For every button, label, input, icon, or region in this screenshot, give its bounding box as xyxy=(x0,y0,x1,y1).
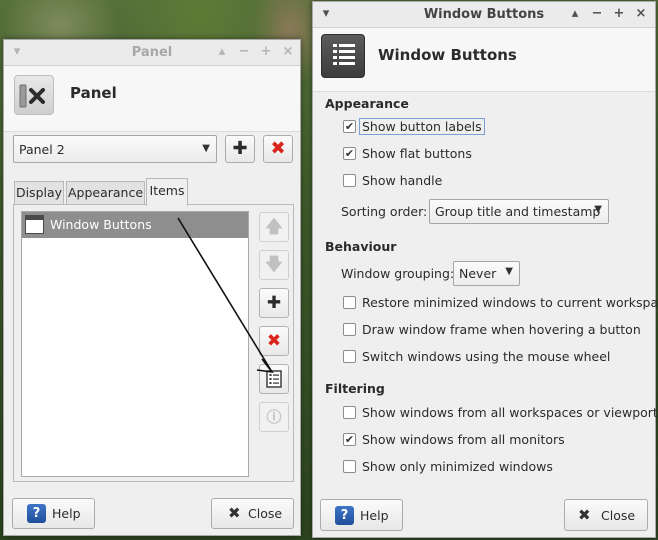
items-tab-panel: Window Buttons xyxy=(13,204,294,482)
all-monitors-label: Show windows from all monitors xyxy=(362,432,565,447)
plus-icon: ✚ xyxy=(266,293,282,313)
tab-items[interactable]: Items xyxy=(146,178,188,206)
show-flat-buttons-label: Show flat buttons xyxy=(362,146,472,161)
list-item[interactable]: Window Buttons xyxy=(22,212,248,238)
show-handle-label: Show handle xyxy=(362,173,443,188)
item-about-button[interactable]: ⓘ xyxy=(259,402,289,432)
tab-display[interactable]: Display xyxy=(14,181,64,204)
help-button-label: Help xyxy=(52,506,81,521)
checkbox-box[interactable] xyxy=(343,406,356,419)
panel-window: ▾ Panel ▴ − + × Panel Panel 2 ▼ ✚ ✖ Disp… xyxy=(3,39,301,536)
sorting-order-value: Group title and timestamp xyxy=(435,204,601,219)
switch-wheel-label: Switch windows using the mouse wheel xyxy=(362,349,611,364)
plus-icon: ✚ xyxy=(232,138,248,159)
properties-icon xyxy=(266,370,282,388)
panel-header: Panel xyxy=(4,66,300,132)
shade-icon[interactable]: ▴ xyxy=(213,43,231,61)
section-filtering: Filtering xyxy=(325,381,385,396)
page-title: Panel xyxy=(70,84,117,102)
checkbox-box[interactable] xyxy=(343,350,356,363)
help-icon: ? xyxy=(27,504,46,523)
close-button-label: Close xyxy=(601,508,636,523)
close-icon[interactable]: × xyxy=(632,5,650,23)
chevron-down-icon: ▼ xyxy=(594,204,602,215)
chevron-down-icon: ▼ xyxy=(202,143,210,154)
minimize-icon[interactable]: − xyxy=(588,5,606,23)
tab-display-label: Display xyxy=(15,185,63,200)
move-up-button[interactable]: 🡅 xyxy=(259,212,289,242)
sorting-order-select[interactable]: Group title and timestamp ▼ xyxy=(429,199,609,224)
window-buttons-app-icon xyxy=(321,34,365,78)
remove-icon: ✖ xyxy=(270,138,286,159)
window-buttons-window: ▾ Window Buttons ▴ − + × Window Buttons … xyxy=(312,1,658,538)
item-properties-button[interactable] xyxy=(259,364,289,394)
add-item-button[interactable]: ✚ xyxy=(259,288,289,318)
window-grouping-value: Never xyxy=(459,266,497,281)
checkbox-box[interactable]: ✔ xyxy=(343,120,356,133)
window-grouping-label: Window grouping: xyxy=(341,266,455,281)
panel-select[interactable]: Panel 2 ▼ xyxy=(13,135,217,163)
window-buttons-titlebar[interactable]: ▾ Window Buttons ▴ − + × xyxy=(313,2,655,28)
close-button[interactable]: ✖ Close xyxy=(211,498,294,529)
checkbox-box[interactable] xyxy=(343,460,356,473)
all-workspaces-label: Show windows from all workspaces or view… xyxy=(362,405,658,420)
window-grouping-select[interactable]: Never ▼ xyxy=(453,261,520,286)
window-title: Panel xyxy=(131,45,173,60)
close-x-icon: ✖ xyxy=(228,504,241,522)
sorting-order-label: Sorting order: xyxy=(341,204,428,219)
section-behaviour: Behaviour xyxy=(325,239,397,254)
tab-items-label: Items xyxy=(149,183,185,198)
tab-appearance[interactable]: Appearance xyxy=(66,181,145,204)
checkbox-box[interactable]: ✔ xyxy=(343,147,356,160)
tab-appearance-label: Appearance xyxy=(67,185,144,200)
help-icon: ? xyxy=(335,506,354,525)
close-button[interactable]: ✖ Close xyxy=(564,499,648,531)
shade-icon[interactable]: ▴ xyxy=(566,5,584,23)
show-button-labels-label: Show button labels xyxy=(359,118,485,135)
checkbox-box[interactable]: ✔ xyxy=(343,433,356,446)
checkbox-box[interactable] xyxy=(343,323,356,336)
chevron-down-icon: ▼ xyxy=(505,266,513,277)
maximize-icon[interactable]: + xyxy=(610,5,628,23)
move-down-button[interactable]: 🡇 xyxy=(259,250,289,280)
section-appearance: Appearance xyxy=(325,96,409,111)
window-buttons-icon xyxy=(25,215,44,234)
items-list[interactable]: Window Buttons xyxy=(21,211,249,477)
list-item-label: Window Buttons xyxy=(50,217,152,232)
maximize-icon[interactable]: + xyxy=(257,43,275,61)
close-icon[interactable]: × xyxy=(279,43,297,61)
arrow-down-icon: 🡇 xyxy=(265,255,283,275)
panel-select-value: Panel 2 xyxy=(19,142,65,157)
help-button[interactable]: ? Help xyxy=(320,499,403,531)
close-x-icon: ✖ xyxy=(578,506,591,524)
checkbox-box[interactable] xyxy=(343,296,356,309)
remove-panel-button[interactable]: ✖ xyxy=(263,135,293,163)
add-panel-button[interactable]: ✚ xyxy=(225,135,255,163)
page-title: Window Buttons xyxy=(378,46,517,64)
arrow-up-icon: 🡅 xyxy=(265,217,283,237)
info-icon: ⓘ xyxy=(266,408,282,426)
draw-frame-label: Draw window frame when hovering a button xyxy=(362,322,641,337)
wb-header: Window Buttons xyxy=(313,28,655,92)
remove-icon: ✖ xyxy=(266,331,282,351)
remove-item-button[interactable]: ✖ xyxy=(259,326,289,356)
restore-minimized-label: Restore minimized windows to current wor… xyxy=(362,295,658,310)
only-minimized-label: Show only minimized windows xyxy=(362,459,553,474)
panel-app-icon xyxy=(14,75,54,115)
help-button-label: Help xyxy=(360,508,389,523)
minimize-icon[interactable]: − xyxy=(235,43,253,61)
help-button[interactable]: ? Help xyxy=(12,498,95,529)
checkbox-box[interactable] xyxy=(343,174,356,187)
close-button-label: Close xyxy=(248,506,283,521)
panel-titlebar[interactable]: ▾ Panel ▴ − + × xyxy=(4,40,300,66)
